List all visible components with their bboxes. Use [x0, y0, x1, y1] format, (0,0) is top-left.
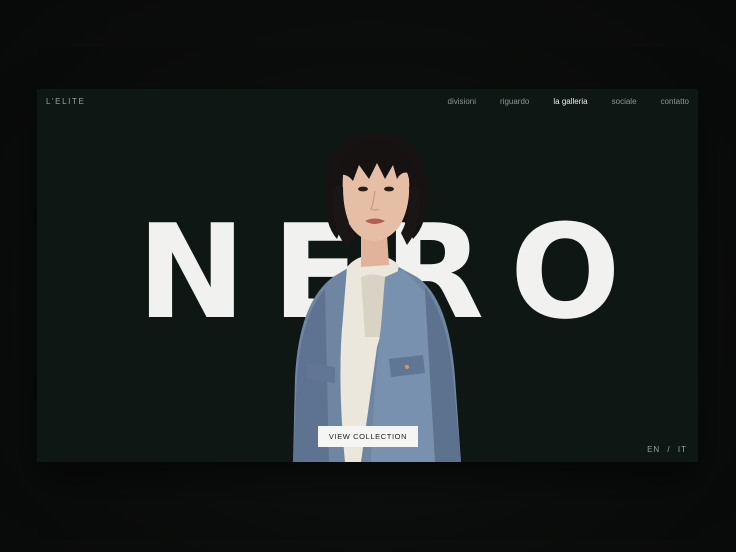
nav-item-contatto[interactable]: contatto — [661, 97, 689, 106]
brand-logo[interactable]: L'ELITE — [46, 97, 85, 106]
top-nav: divisioni riguardo la galleria sociale c… — [424, 97, 689, 106]
hero-letter-n: N — [137, 196, 246, 348]
language-switcher: EN / IT — [645, 445, 689, 454]
page-backdrop: L'ELITE divisioni riguardo la galleria s… — [0, 0, 736, 552]
model-portrait — [293, 133, 461, 462]
nav-item-riguardo[interactable]: riguardo — [500, 97, 529, 106]
lang-it[interactable]: IT — [678, 445, 687, 454]
lang-separator: / — [667, 445, 671, 454]
website-mockup: L'ELITE divisioni riguardo la galleria s… — [37, 89, 698, 462]
lang-en[interactable]: EN — [647, 445, 660, 454]
nav-item-divisioni[interactable]: divisioni — [448, 97, 476, 106]
view-collection-button[interactable]: VIEW COLLECTION — [318, 426, 418, 447]
hero-letter-o: O — [510, 196, 621, 348]
nav-item-la-galleria[interactable]: la galleria — [553, 97, 587, 106]
nav-item-sociale[interactable]: sociale — [612, 97, 637, 106]
